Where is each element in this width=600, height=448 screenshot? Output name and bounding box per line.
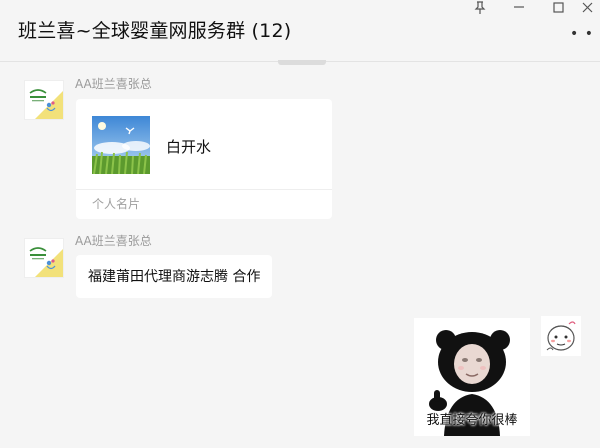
sender-name: AA班兰喜张总 xyxy=(75,77,152,91)
sender-avatar[interactable] xyxy=(24,80,64,120)
sender-avatar[interactable] xyxy=(24,238,64,278)
my-avatar[interactable] xyxy=(541,316,581,356)
more-icon[interactable]: • • xyxy=(570,26,594,42)
text-message-bubble[interactable]: 福建莆田代理商游志腾 合作 xyxy=(76,255,273,298)
minimize-icon[interactable] xyxy=(504,0,534,14)
close-icon[interactable] xyxy=(572,0,600,14)
chat-header: 班兰喜~全球婴童网服务群 (12) • • xyxy=(0,0,600,62)
contact-card-avatar xyxy=(92,116,150,174)
scroll-indicator xyxy=(278,60,326,65)
contact-card-name: 白开水 xyxy=(166,138,212,156)
card-divider xyxy=(76,189,332,190)
maximize-icon[interactable] xyxy=(543,0,573,14)
sticker-message[interactable]: 我直接夸你很棒 xyxy=(414,318,530,436)
sticker-caption: 我直接夸你很棒 xyxy=(426,413,518,428)
pin-icon[interactable] xyxy=(465,0,495,14)
contact-card-message[interactable]: 白开水 个人名片 xyxy=(76,99,332,219)
sender-name: AA班兰喜张总 xyxy=(75,234,152,248)
chat-title: 班兰喜~全球婴童网服务群 (12) xyxy=(18,20,292,42)
contact-card-label: 个人名片 xyxy=(92,197,141,211)
